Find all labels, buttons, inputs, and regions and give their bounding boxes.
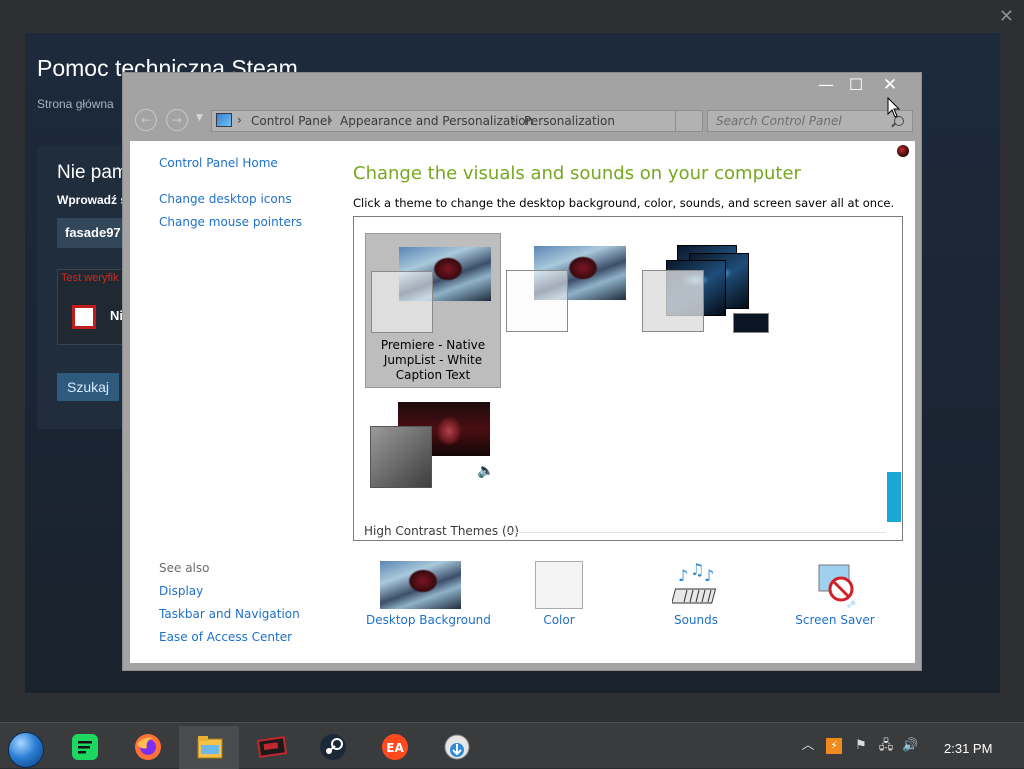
- breadcrumb-separator[interactable]: ›: [237, 113, 242, 127]
- theme-window-color-preview: [642, 270, 704, 332]
- desktop-background-icon: [380, 561, 461, 609]
- theme-label: Premiere - Native JumpList - White Capti…: [380, 338, 486, 382]
- svg-text:♪: ♪: [678, 566, 688, 585]
- theme-item-selected[interactable]: Premiere - Native JumpList - White Capti…: [365, 233, 501, 388]
- breadcrumb-appearance[interactable]: Appearance and Personalization: [340, 114, 533, 128]
- screen-saver-icon: [818, 564, 856, 608]
- change-mouse-pointers-link[interactable]: Change mouse pointers: [159, 215, 302, 229]
- setup-icon: [444, 734, 470, 760]
- search-input[interactable]: Search Control Panel: [707, 110, 913, 132]
- scrollbar-thumb[interactable]: [887, 472, 901, 522]
- steam-captcha-checkbox[interactable]: [72, 305, 96, 329]
- network-icon[interactable]: 🖧: [878, 738, 894, 754]
- taskbar-setup[interactable]: [426, 726, 486, 769]
- volume-icon[interactable]: 🔊: [902, 738, 918, 754]
- svg-text:♫: ♫: [690, 561, 704, 579]
- maximize-button[interactable]: ☐: [841, 74, 871, 96]
- svg-text:EA: EA: [386, 741, 404, 755]
- chevron-down-icon: ▼: [196, 113, 203, 123]
- mouse-cursor-icon: [887, 97, 901, 118]
- spotify-icon: [72, 734, 98, 760]
- taskbar-ea[interactable]: EA: [364, 726, 424, 769]
- steam-close-button[interactable]: ✕: [999, 6, 1014, 27]
- taskbar-steam[interactable]: [302, 726, 362, 769]
- search-placeholder: Search Control Panel: [716, 114, 842, 128]
- breadcrumb-personalization[interactable]: Personalization: [524, 114, 615, 128]
- sounds-icon: ♪ ♫ ♪: [672, 561, 717, 604]
- color-label: Color: [543, 613, 575, 627]
- theme-item[interactable]: [501, 233, 637, 388]
- desktop-background-label: Desktop Background: [366, 613, 491, 627]
- steam-enter-label: Wprowadź s: [57, 193, 128, 207]
- forward-button[interactable]: →: [166, 109, 188, 131]
- page-title: Change the visuals and sounds on your co…: [353, 163, 801, 184]
- steam-search-button[interactable]: Szukaj: [57, 373, 119, 401]
- steam-breadcrumb[interactable]: Strona główna: [37, 97, 114, 111]
- screen-saver-label: Screen Saver: [795, 613, 875, 627]
- control-panel-icon: [216, 113, 232, 127]
- breadcrumb-separator[interactable]: ›: [328, 113, 333, 127]
- theme-item[interactable]: 🔈: [365, 389, 501, 540]
- divider: [506, 532, 886, 533]
- taskbar-spotify[interactable]: [54, 726, 114, 769]
- taskbar: EA ︿ ⚡ ⚑ 🖧 🔊 2:31 PM: [0, 722, 1024, 769]
- back-button[interactable]: ←: [135, 109, 157, 131]
- taskbar-firefox[interactable]: [117, 726, 177, 769]
- page-description: Click a theme to change the desktop back…: [353, 196, 895, 210]
- taskbar-game[interactable]: [241, 726, 301, 769]
- recent-pages-dropdown[interactable]: ▼: [196, 113, 203, 123]
- notification-app-icon[interactable]: ⚡: [826, 738, 842, 754]
- close-button[interactable]: ✕: [875, 74, 905, 96]
- themes-list: Premiere - Native JumpList - White Capti…: [353, 216, 903, 541]
- chevron-up-icon[interactable]: ︿: [800, 738, 816, 754]
- high-contrast-heading: High Contrast Themes (0): [364, 524, 519, 538]
- color-swatch-icon: [535, 561, 583, 609]
- change-desktop-icons-link[interactable]: Change desktop icons: [159, 192, 292, 206]
- control-panel-content: Control Panel Home Change desktop icons …: [130, 141, 915, 663]
- control-panel-window: — ☐ ✕ ← → ▼ › Control Panel › Appearance…: [122, 72, 922, 671]
- arrow-right-icon: →: [171, 113, 183, 127]
- theme-item[interactable]: [637, 233, 773, 388]
- theme-window-color-preview: [371, 271, 433, 333]
- ease-of-access-link[interactable]: Ease of Access Center: [159, 630, 292, 644]
- theme-mini-thumbnail: [733, 313, 769, 333]
- game-icon: [257, 736, 287, 758]
- see-also-heading: See also: [159, 561, 210, 575]
- steam-recovery-heading: Nie pam: [57, 162, 128, 183]
- steam-icon: [320, 734, 346, 760]
- firefox-icon: [135, 734, 161, 760]
- clock[interactable]: 2:31 PM: [944, 741, 992, 756]
- avatar[interactable]: [897, 145, 909, 157]
- svg-text:♪: ♪: [704, 566, 714, 585]
- sounds-label: Sounds: [673, 613, 719, 627]
- breadcrumb-separator[interactable]: ›: [511, 113, 516, 127]
- breadcrumb-control-panel[interactable]: Control Panel: [251, 114, 331, 128]
- address-bar[interactable]: › Control Panel › Appearance and Persona…: [211, 110, 703, 132]
- control-panel-home-link[interactable]: Control Panel Home: [159, 156, 278, 170]
- display-link[interactable]: Display: [159, 584, 203, 598]
- speaker-icon: 🔈: [477, 463, 495, 479]
- flag-icon[interactable]: ⚑: [853, 738, 869, 754]
- minimize-button[interactable]: —: [811, 74, 841, 96]
- theme-window-color-preview: [370, 426, 432, 488]
- address-divider: [675, 111, 676, 131]
- start-button[interactable]: [8, 732, 44, 768]
- ea-icon: EA: [382, 734, 408, 760]
- taskbar-navigation-link[interactable]: Taskbar and Navigation: [159, 607, 300, 621]
- file-explorer-icon: [197, 736, 223, 759]
- arrow-left-icon: ←: [140, 113, 152, 127]
- taskbar-file-explorer[interactable]: [179, 726, 239, 769]
- theme-window-color-preview: [506, 270, 568, 332]
